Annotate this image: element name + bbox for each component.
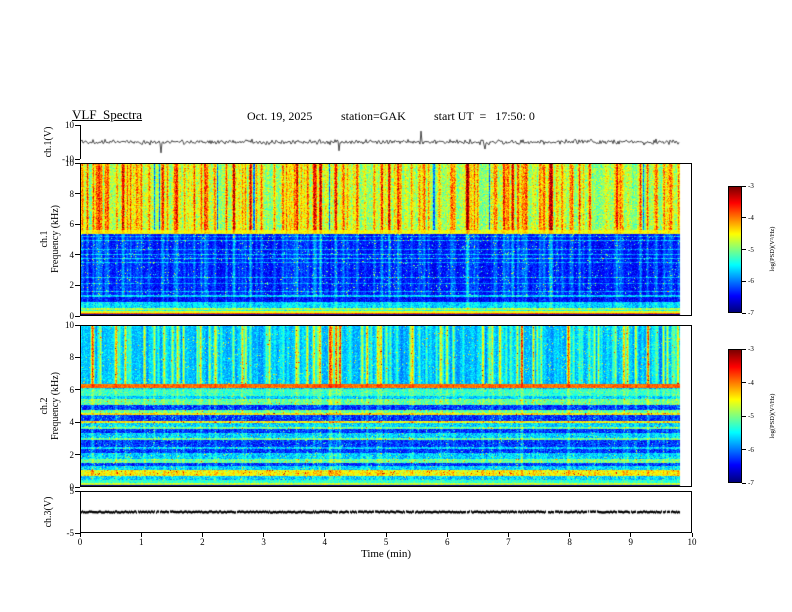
colorbar-tick-label: -5 <box>748 412 754 420</box>
y-tick-mark <box>75 356 80 358</box>
ch2-colorbar-label: log(PSD)(V²/Hz) <box>769 393 776 439</box>
colorbar-tick-mark <box>742 249 746 250</box>
ch1-spectrogram-panel <box>80 163 692 316</box>
colorbar-tick-label: -4 <box>748 378 754 387</box>
colorbar-tick-label: -6 <box>748 445 754 454</box>
y-tick-mark <box>75 158 80 160</box>
y-tick-mark <box>75 315 80 317</box>
x-tick-label: 3 <box>261 537 266 547</box>
colorbar-tick-label: -5 <box>748 245 754 254</box>
y-tick-mark <box>75 532 80 534</box>
y-tick-label: 10 <box>65 320 74 330</box>
y-tick-label: 10 <box>65 158 74 168</box>
ch2-spectrogram-canvas <box>81 326 691 486</box>
colorbar-tick-mark <box>742 382 746 383</box>
x-tick-label: 10 <box>687 537 697 547</box>
y-tick-mark <box>75 193 80 195</box>
colorbar-tick-mark <box>742 185 746 187</box>
start-ut-label: start UT = 17:50: 0 <box>434 109 535 123</box>
ch2-channel-label: ch.2 <box>39 397 50 415</box>
ch2-spectrogram-panel <box>80 325 692 487</box>
colorbar-tick-label: -6 <box>748 277 754 286</box>
y-tick-mark <box>75 223 80 225</box>
y-tick-label: 5 <box>69 486 75 496</box>
station-label: station=GAK <box>341 109 406 123</box>
y-tick-mark <box>75 454 80 456</box>
colorbar-tick-mark <box>742 449 746 450</box>
y-tick-label: 6 <box>69 219 75 230</box>
y-tick-label: 10 <box>65 120 74 130</box>
y-tick-mark <box>75 124 80 126</box>
y-tick-mark <box>75 421 80 423</box>
ch1-channel-label: ch.1 <box>39 230 50 248</box>
x-tick-label: 7 <box>506 537 511 547</box>
ch3-canvas <box>81 492 691 532</box>
y-tick-mark <box>75 324 80 326</box>
y-tick-mark <box>75 254 80 256</box>
ch1-waveform-canvas <box>81 125 691 159</box>
y-tick-label: 2 <box>69 449 75 460</box>
colorbar-tick-label: -3 <box>748 345 754 353</box>
ch1-colorbar-canvas <box>729 187 741 312</box>
colorbar-tick-mark <box>742 312 746 314</box>
y-tick-label: -5 <box>66 528 75 538</box>
colorbar-tick-label: -3 <box>748 182 754 190</box>
ch1-waveform-panel <box>80 125 691 159</box>
ch2-colorbar-canvas <box>729 350 741 482</box>
ch3-voltage-axis-label-text: ch.3(V) <box>42 496 54 528</box>
ch3-panel <box>80 491 692 533</box>
ch1-colorbar-label: log(PSD)(V²/Hz) <box>769 226 776 272</box>
y-tick-mark <box>75 490 80 492</box>
ch2-frequency-label: Frequency (kHz) <box>50 371 61 441</box>
y-tick-label: 4 <box>69 249 75 260</box>
y-tick-mark <box>75 284 80 286</box>
colorbar-tick-label: -4 <box>748 213 754 222</box>
x-tick-label: 1 <box>138 537 144 547</box>
ch1-frequency-label: Frequency (kHz) <box>50 204 61 274</box>
vlf-spectra-figure: VLF Spectra Oct. 19, 2025 station=GAK st… <box>0 0 792 612</box>
y-tick-mark <box>75 389 80 391</box>
ch2-frequency-axis-label: ch.2 Frequency (kHz) <box>39 351 61 461</box>
colorbar-tick-label: -7 <box>748 309 754 317</box>
y-tick-label: 6 <box>69 384 75 395</box>
figure-title: VLF Spectra <box>72 107 143 122</box>
colorbar-tick-mark <box>742 217 746 219</box>
ch1-frequency-axis-label: ch.1 Frequency (kHz) <box>39 184 61 294</box>
x-tick-label: 6 <box>444 537 450 547</box>
ch1-voltage-axis-label-text: ch.1(V) <box>42 126 54 158</box>
x-tick-label: 4 <box>322 537 328 547</box>
x-tick-label: 8 <box>567 537 572 547</box>
colorbar-tick-mark <box>742 415 746 417</box>
colorbar-tick-mark <box>742 348 746 350</box>
ch2-colorbar <box>728 349 742 483</box>
x-tick-label: 0 <box>77 537 83 547</box>
x-tick-label: 9 <box>628 537 634 547</box>
x-tick-label: 5 <box>383 537 389 547</box>
ch1-spectrogram-canvas <box>81 164 691 315</box>
y-tick-mark <box>75 486 80 488</box>
y-tick-mark <box>75 162 80 164</box>
y-tick-label: 4 <box>69 417 75 428</box>
colorbar-tick-mark <box>742 280 746 282</box>
x-tick-label: 2 <box>200 537 205 547</box>
colorbar-tick-mark <box>742 482 746 484</box>
y-tick-label: 8 <box>69 188 75 199</box>
time-axis-label: Time (min) <box>360 548 411 560</box>
y-tick-label: 2 <box>69 280 75 291</box>
date-label: Oct. 19, 2025 <box>247 109 313 123</box>
y-tick-label: 8 <box>69 352 75 363</box>
ch1-colorbar <box>728 186 742 313</box>
colorbar-tick-label: -7 <box>748 479 754 487</box>
